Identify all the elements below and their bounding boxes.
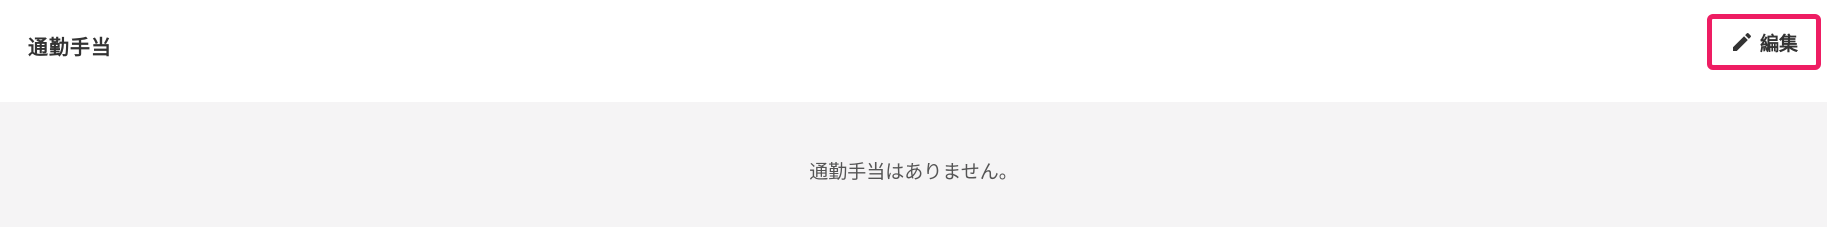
panel-header: 通勤手当 編集 (0, 0, 1827, 102)
panel-body: 通勤手当はありません。 (0, 102, 1827, 227)
empty-message: 通勤手当はありません。 (809, 161, 1018, 183)
edit-button-label: 編集 (1759, 32, 1798, 55)
commute-allowance-panel: 通勤手当 編集 通勤手当はありません。 (0, 0, 1827, 227)
pencil-icon (1732, 32, 1751, 51)
section-title: 通勤手当 (28, 35, 112, 59)
edit-button[interactable]: 編集 (1707, 14, 1821, 70)
